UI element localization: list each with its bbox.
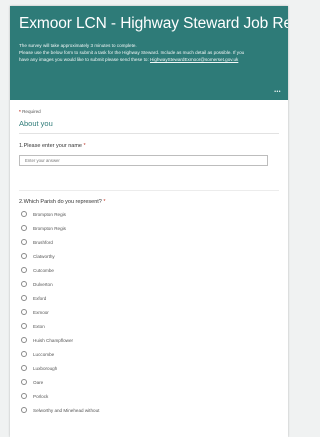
form-description: The survey will take approximately 3 min… [19, 42, 279, 64]
description-line: have any images you would like to submit… [19, 56, 279, 63]
option-label: Dulverton [33, 281, 53, 287]
option-label: Luccombe [33, 351, 55, 357]
divider [19, 190, 279, 191]
form-header: Exmoor LCN - Highway Steward Job Request… [10, 6, 288, 100]
form-body: * Required About you 1.Please enter your… [10, 109, 288, 417]
required-asterisk: * [19, 109, 21, 114]
parish-option[interactable]: Dulverton [19, 277, 279, 291]
option-label: Selworthy and Minehead without [33, 407, 100, 413]
option-label: Brushford [33, 239, 53, 245]
radio-icon[interactable] [21, 267, 27, 273]
parish-option[interactable]: Cutcombe [19, 263, 279, 277]
parish-option[interactable]: Luccombe [19, 347, 279, 361]
description-line: Please use the below form to submit a ta… [19, 50, 245, 56]
radio-icon[interactable] [21, 337, 27, 343]
parish-option[interactable]: Brushford [19, 235, 279, 249]
option-label: Porlock [33, 393, 49, 399]
parish-option[interactable]: Luxborough [19, 361, 279, 375]
parish-option[interactable]: Porlock [19, 389, 279, 403]
parish-option[interactable]: Brompton Regis [19, 221, 279, 235]
question-label: Which Parish do you represent? [23, 199, 102, 205]
parish-option[interactable]: Clatworthy [19, 249, 279, 263]
radio-icon[interactable] [21, 323, 27, 329]
radio-icon[interactable] [21, 225, 27, 231]
radio-icon[interactable] [21, 365, 27, 371]
ellipsis-icon[interactable]: ••• [274, 89, 281, 95]
option-label: Oare [33, 379, 44, 385]
question-parish: 2.Which Parish do you represent? * [19, 199, 279, 205]
parish-option[interactable]: Brompton Regis [19, 207, 279, 221]
radio-icon[interactable] [21, 253, 27, 259]
description-line: The survey will take approximately 3 min… [19, 43, 137, 48]
option-label: Brompton Regis [33, 211, 66, 217]
parish-option[interactable]: Huish Champflower [19, 333, 279, 347]
parish-option[interactable]: Exford [19, 291, 279, 305]
parish-option[interactable]: Exmoor [19, 305, 279, 319]
section-title: About you [19, 119, 279, 134]
radio-icon[interactable] [21, 295, 27, 301]
option-label: Cutcombe [33, 267, 54, 273]
option-label: Exton [33, 323, 45, 329]
question-label: Please enter your name [23, 143, 82, 149]
form-title: Exmoor LCN - Highway Steward Job Request [19, 15, 288, 32]
parish-option[interactable]: Selworthy and Minehead without [19, 403, 279, 417]
description-line-text: have any images you would like to submit… [19, 57, 149, 63]
option-label: Exmoor [33, 309, 49, 315]
option-label: Huish Champflower [33, 337, 74, 343]
form-card: Exmoor LCN - Highway Steward Job Request… [10, 6, 288, 437]
parish-options: Brompton Regis Brompton Regis Brushford … [19, 207, 279, 417]
required-note: * Required [19, 109, 279, 114]
email-link[interactable]: HighwayStewardExmoor@somerset.gov.uk [150, 57, 238, 62]
required-asterisk: * [83, 143, 86, 149]
radio-icon[interactable] [21, 239, 27, 245]
option-label: Clatworthy [33, 253, 55, 259]
parish-option[interactable]: Exton [19, 319, 279, 333]
radio-icon[interactable] [21, 407, 27, 413]
radio-icon[interactable] [21, 281, 27, 287]
radio-icon[interactable] [21, 379, 27, 385]
option-label: Brompton Regis [33, 225, 66, 231]
radio-icon[interactable] [21, 393, 27, 399]
parish-option[interactable]: Oare [19, 375, 279, 389]
radio-icon[interactable] [21, 351, 27, 357]
radio-icon[interactable] [21, 309, 27, 315]
option-label: Exford [33, 295, 47, 301]
question-name: 1.Please enter your name * [19, 143, 279, 149]
required-label: Required [22, 109, 41, 114]
option-label: Luxborough [33, 365, 58, 371]
name-input[interactable] [19, 155, 268, 166]
required-asterisk: * [103, 199, 106, 205]
radio-icon[interactable] [21, 211, 27, 217]
